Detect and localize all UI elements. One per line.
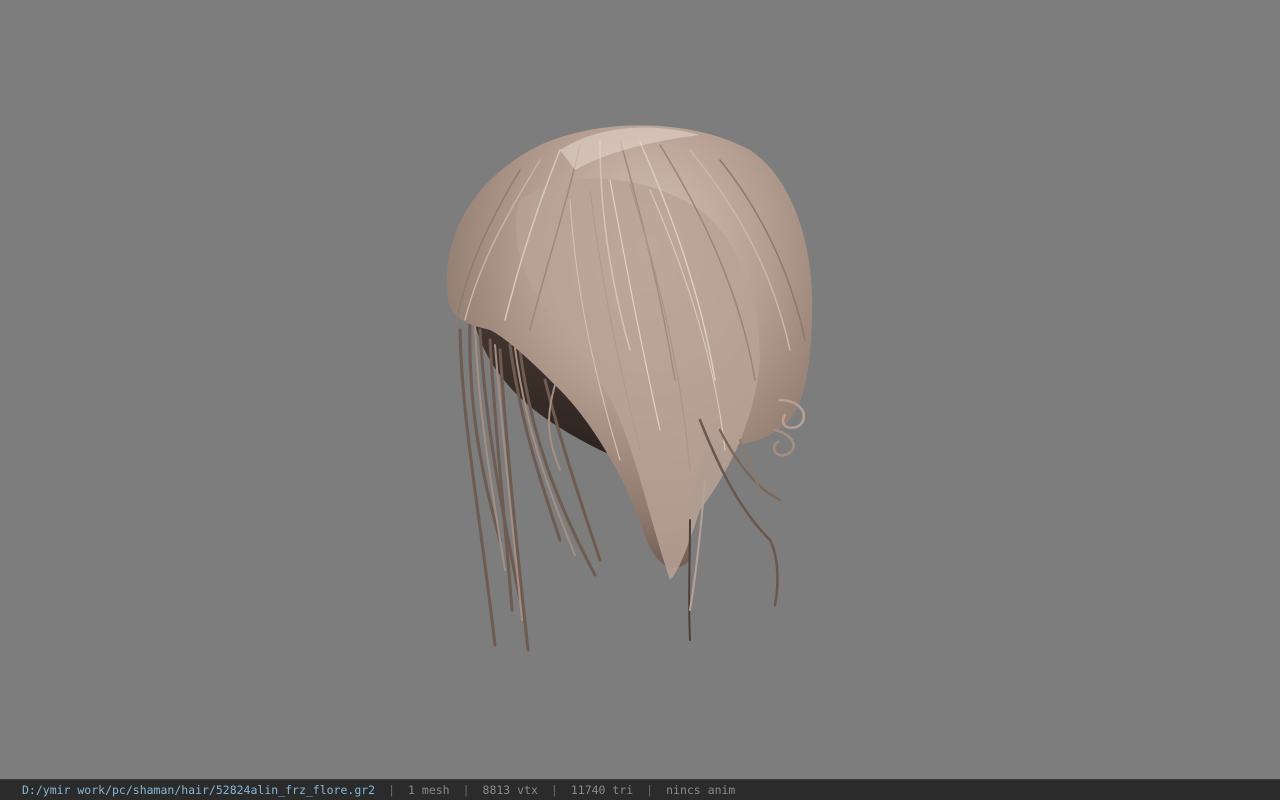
separator: |: [550, 783, 558, 797]
hair-model-render[interactable]: [0, 0, 1280, 779]
animation-status: nincs anim: [666, 783, 736, 797]
file-path: D:/ymir work/pc/shaman/hair/52824alin_fr…: [22, 783, 376, 797]
separator: |: [646, 783, 654, 797]
3d-viewport[interactable]: [0, 0, 1280, 779]
mesh-count: 1 mesh: [408, 783, 450, 797]
triangle-count: 11740 tri: [570, 783, 634, 797]
separator: |: [388, 783, 396, 797]
vertex-count: 8813 vtx: [482, 783, 538, 797]
status-bar: D:/ymir work/pc/shaman/hair/52824alin_fr…: [0, 779, 1280, 800]
separator: |: [462, 783, 470, 797]
